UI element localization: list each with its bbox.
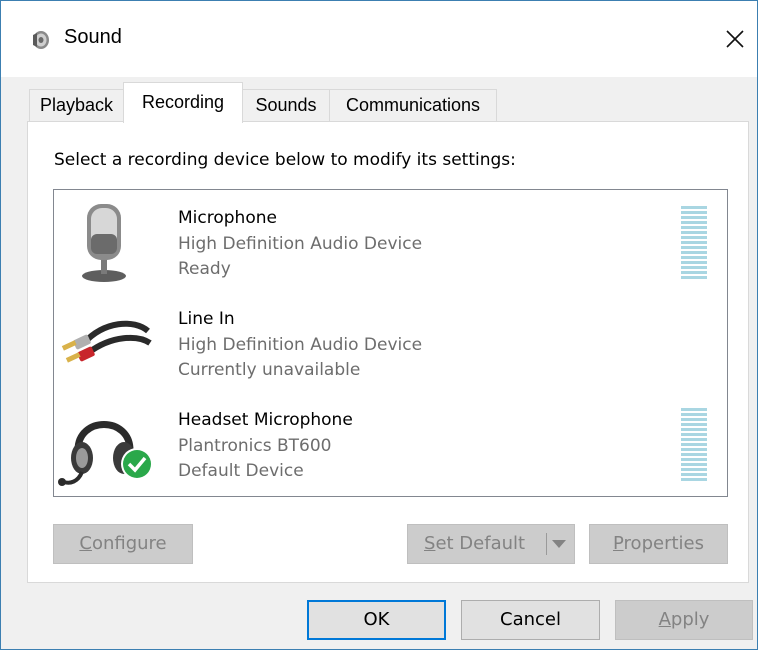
cancel-button[interactable]: Cancel [461, 600, 600, 640]
tab-recording[interactable]: Recording [123, 82, 243, 123]
device-status: Default Device [178, 461, 304, 481]
device-name: Headset Microphone [178, 410, 353, 430]
apply-button[interactable]: Apply [615, 600, 753, 640]
close-button[interactable] [715, 17, 755, 61]
properties-label: roperties [623, 533, 704, 554]
recording-panel: Select a recording device below to modif… [27, 121, 749, 583]
ok-button[interactable]: OK [307, 600, 446, 640]
level-meter [681, 206, 707, 281]
device-driver: Plantronics BT600 [178, 436, 332, 456]
level-meter [681, 408, 707, 483]
device-row-headset-microphone[interactable]: Headset Microphone Plantronics BT600 Def… [54, 392, 727, 492]
configure-label: onfigure [91, 533, 167, 554]
device-row-microphone[interactable]: Microphone High Definition Audio Device … [54, 190, 727, 290]
properties-button[interactable]: Properties [589, 524, 728, 564]
device-row-line-in[interactable]: Line In High Definition Audio Device Cur… [54, 291, 727, 391]
close-icon [726, 30, 744, 48]
device-name: Microphone [178, 208, 277, 228]
window-title: Sound [64, 26, 122, 48]
tab-playback[interactable]: Playback [29, 89, 124, 122]
tab-communications[interactable]: Communications [329, 89, 497, 122]
speaker-icon [29, 29, 51, 51]
apply-mnemonic: A [658, 609, 671, 630]
device-driver: High Definition Audio Device [178, 234, 423, 254]
configure-button[interactable]: Configure [53, 524, 193, 564]
device-driver: High Definition Audio Device [178, 335, 423, 355]
tab-sounds[interactable]: Sounds [242, 89, 330, 122]
apply-label: pply [670, 609, 710, 630]
device-status: Currently unavailable [178, 360, 361, 380]
instructions-label: Select a recording device below to modif… [54, 150, 516, 170]
sound-dialog: Sound Playback Recording Sounds Communic… [0, 0, 758, 650]
title-bar[interactable]: Sound [1, 1, 757, 77]
device-status: Ready [178, 259, 231, 279]
chevron-down-icon[interactable] [552, 540, 566, 548]
properties-mnemonic: P [613, 533, 624, 554]
set-default-mnemonic: S [424, 533, 436, 554]
set-default-button[interactable]: Set Default [407, 524, 575, 564]
device-name: Line In [178, 309, 235, 329]
default-check-icon [120, 447, 154, 481]
split-separator [546, 533, 547, 555]
configure-mnemonic: C [79, 533, 92, 554]
microphone-icon [54, 190, 154, 290]
rca-cable-icon [54, 291, 154, 391]
set-default-label: et Default [435, 533, 526, 554]
device-list[interactable]: Microphone High Definition Audio Device … [53, 189, 728, 497]
